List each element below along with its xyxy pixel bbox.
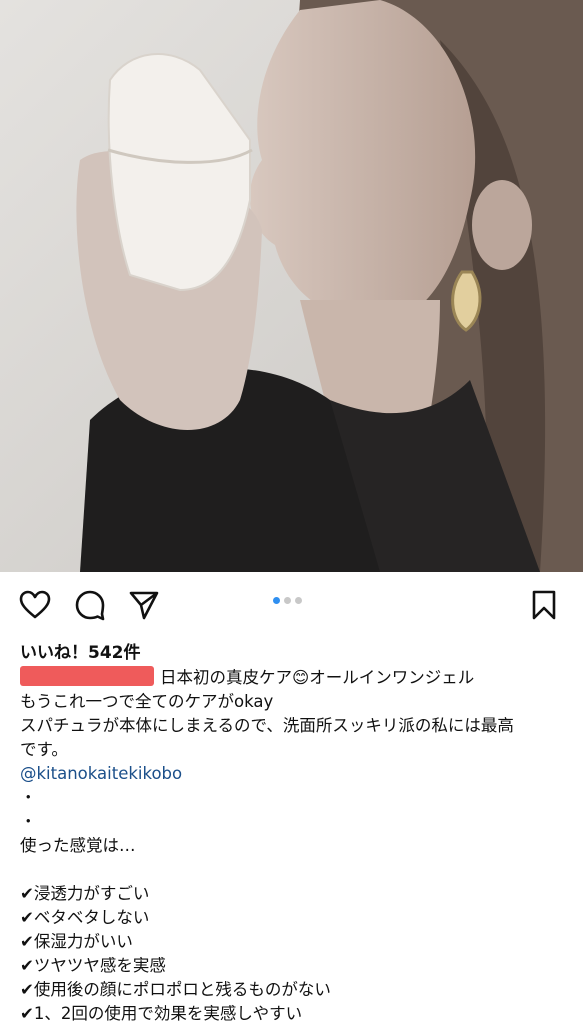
likes-count[interactable]: いいね！542件 (20, 638, 141, 663)
caption-line: ・ (20, 788, 37, 807)
caption-line: 使った感覚は… (20, 836, 136, 855)
post-photo[interactable] (0, 0, 583, 572)
photo-illustration (0, 0, 583, 572)
check-item: ✔ツヤツヤ感を実感 (20, 956, 166, 975)
redacted-username (20, 666, 154, 686)
check-item: ✔1、2回の使用で効果を実感しやすい (20, 1004, 303, 1023)
caption-text: 日本初の真皮ケア😊オールインワンジェル (160, 668, 475, 687)
carousel-indicator (273, 597, 302, 607)
post-caption: 日本初の真皮ケア😊オールインワンジェル もうこれ一つで全てのケアがokay スパ… (20, 666, 575, 1026)
check-item: ✔浸透力がすごい (20, 884, 150, 903)
carousel-dot (295, 597, 302, 604)
caption-line: 日本初の真皮ケア😊オールインワンジェル (20, 666, 575, 690)
heart-icon[interactable] (19, 589, 51, 621)
mention-link[interactable]: @kitanokaitekikobo (20, 762, 575, 786)
caption-line: です。 (20, 740, 68, 759)
check-item: ✔使用後の顔にポロポロと残るものがない (20, 980, 331, 999)
caption-line: ・ (20, 812, 37, 831)
carousel-dot-active (273, 597, 280, 604)
caption-line: もうこれ一つで全てのケアがokay (20, 692, 274, 711)
check-item: ✔保湿力がいい (20, 932, 133, 951)
carousel-dot (284, 597, 291, 604)
caption-blank-line (20, 858, 575, 882)
bookmark-icon[interactable] (528, 589, 560, 621)
check-item: ✔ベタベタしない (20, 908, 150, 927)
caption-line: スパチュラが本体にしまえるので、洗面所スッキリ派の私には最高 (20, 716, 514, 735)
send-icon[interactable] (128, 589, 160, 621)
comment-icon[interactable] (74, 589, 106, 621)
